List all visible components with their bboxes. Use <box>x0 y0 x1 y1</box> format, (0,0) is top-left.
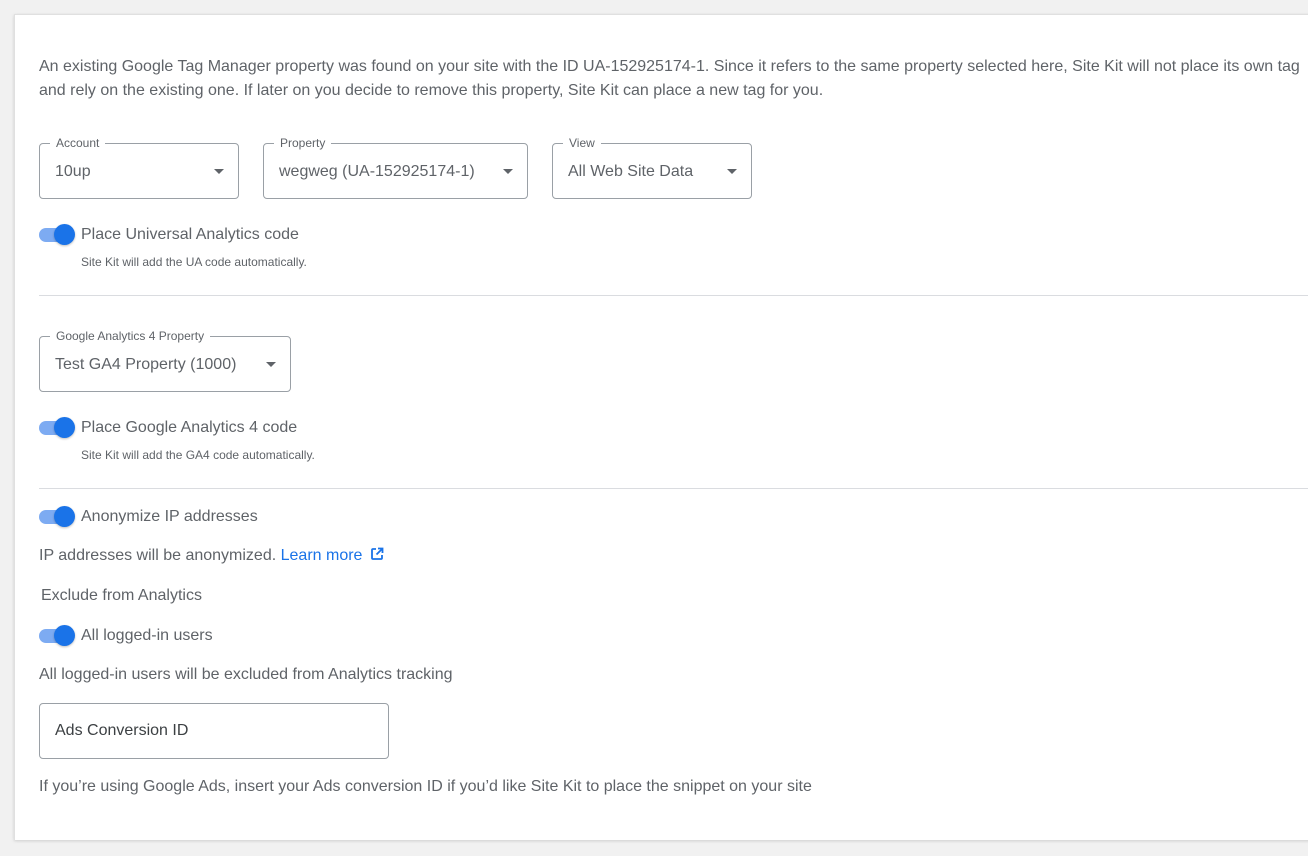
dropdown-arrow-icon <box>727 169 737 174</box>
property-select-label: Property <box>274 136 332 150</box>
section-divider <box>39 295 1308 296</box>
logged-in-users-toggle[interactable] <box>39 624 75 646</box>
dropdown-arrow-icon <box>503 169 513 174</box>
anonymize-description-text: IP addresses will be anonymized. <box>39 547 277 564</box>
property-select[interactable]: Property wegweg (UA-152925174-1) <box>263 136 528 199</box>
property-select-value: wegweg (UA-152925174-1) <box>279 163 475 180</box>
toggle-thumb <box>54 506 75 527</box>
dropdown-arrow-icon <box>266 362 276 367</box>
ads-conversion-helper: If you’re using Google Ads, insert your … <box>39 778 812 795</box>
exclude-heading: Exclude from Analytics <box>41 587 202 604</box>
learn-more-link[interactable]: Learn more <box>281 547 384 564</box>
account-select-value: 10up <box>55 163 91 180</box>
logged-in-users-toggle-label[interactable]: All logged-in users <box>81 626 213 646</box>
view-select-value: All Web Site Data <box>568 163 694 180</box>
view-select-label: View <box>563 136 601 150</box>
anonymize-ip-toggle[interactable] <box>39 505 75 527</box>
exclude-description: All logged-in users will be excluded fro… <box>39 666 453 683</box>
account-select-label: Account <box>50 136 106 150</box>
toggle-thumb <box>54 625 75 646</box>
toggle-thumb <box>54 417 75 438</box>
learn-more-label: Learn more <box>280 547 363 564</box>
anonymize-description: IP addresses will be anonymized. Learn m… <box>39 546 384 566</box>
section-divider <box>39 488 1308 489</box>
toggle-thumb <box>54 224 75 245</box>
ga4-code-toggle-label[interactable]: Place Google Analytics 4 code <box>81 418 297 438</box>
external-link-icon <box>371 547 384 560</box>
view-select[interactable]: View All Web Site Data <box>552 136 752 199</box>
dropdown-arrow-icon <box>214 169 224 174</box>
ga4-code-toggle[interactable] <box>39 416 75 438</box>
anonymize-ip-toggle-label[interactable]: Anonymize IP addresses <box>81 507 258 527</box>
ua-code-help: Site Kit will add the UA code automatica… <box>81 255 307 269</box>
existing-tag-notice: An existing Google Tag Manager property … <box>39 58 1300 99</box>
ga4-property-select-value: Test GA4 Property (1000) <box>55 356 237 373</box>
ads-conversion-id-placeholder: Ads Conversion ID <box>55 722 189 739</box>
analytics-settings-card: An existing Google Tag Manager property … <box>14 14 1308 840</box>
ga4-property-select-label: Google Analytics 4 Property <box>50 329 211 343</box>
ua-code-toggle-label[interactable]: Place Universal Analytics code <box>81 225 299 245</box>
ads-conversion-id-field[interactable]: Ads Conversion ID <box>39 703 389 759</box>
ga4-property-select[interactable]: Google Analytics 4 Property Test GA4 Pro… <box>39 329 291 392</box>
account-select[interactable]: Account 10up <box>39 136 239 199</box>
ga4-code-help: Site Kit will add the GA4 code automatic… <box>81 448 315 462</box>
ua-code-toggle[interactable] <box>39 223 75 245</box>
